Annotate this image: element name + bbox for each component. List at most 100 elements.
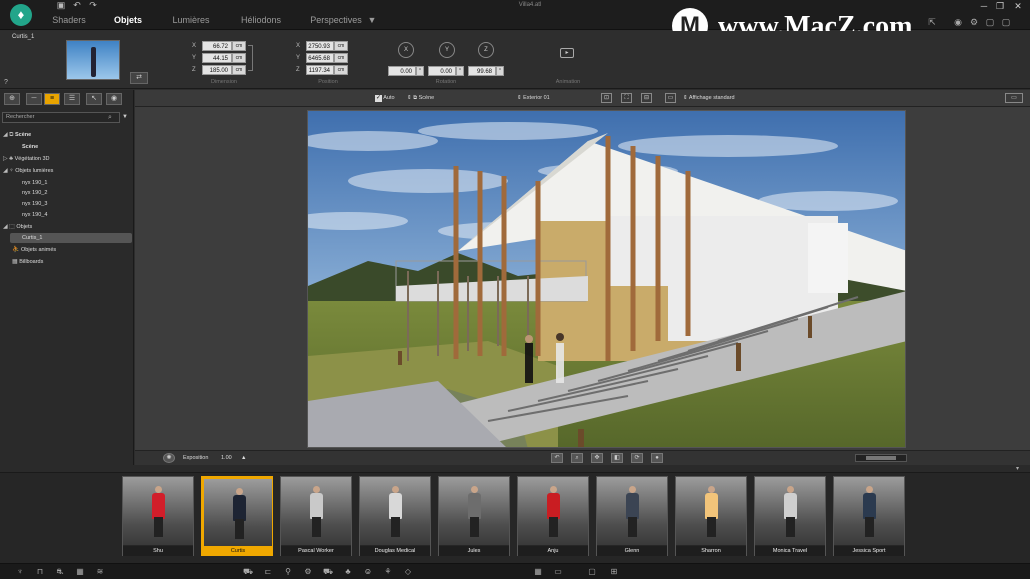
vehicle2-icon[interactable]: ⛟ [322,566,334,577]
pin-icon[interactable]: ⚲ [282,566,294,577]
expand-icon[interactable]: ◢ [3,224,8,230]
tab-lumieres[interactable]: Lumières [168,12,214,28]
info-icon[interactable]: ● [651,453,663,463]
orbit-icon[interactable]: ⟳ [631,453,643,463]
texture-icon[interactable]: ▦ [74,566,86,577]
rotation-x-field[interactable]: 0.00 [388,66,416,76]
remove-icon[interactable]: ─ [26,93,42,105]
expand-icon[interactable]: ◢ [3,132,8,138]
tree-item-curtis[interactable]: Curtis_1 [10,233,132,243]
library-collapse-icon[interactable]: ▾ [1016,465,1028,473]
object-action-icon[interactable]: ⇄ [130,72,148,84]
expand-icon[interactable]: ◢ [3,168,8,174]
list-view-icon[interactable]: ▭ [552,566,564,577]
pan-icon[interactable]: ✥ [591,453,603,463]
tree-item-billboards[interactable]: ▦ Billboards [12,257,43,267]
animation-camera-icon[interactable]: ▸ [560,48,574,58]
safe-frame-icon[interactable]: ⊟ [641,93,652,103]
render-view[interactable] [307,110,906,448]
rotation-z-field[interactable]: 99.68 [468,66,496,76]
plant-icon[interactable]: ♣ [342,566,354,577]
proportion-lock-icon[interactable] [248,45,253,71]
fit-view-icon[interactable]: ⛶ [621,93,632,103]
library-divider[interactable] [0,465,1030,473]
tree-item-objects[interactable]: ◢ ⬚ Objets [3,222,32,232]
library-item[interactable]: Jules [438,476,510,556]
camera-selector[interactable]: ⇕ Exterior 01 [517,93,550,104]
scene-selector[interactable]: ⇕ ⧉ Scène [407,93,434,104]
library-item[interactable]: Pascal Worker [280,476,352,556]
rotate-y-button[interactable]: Y [439,42,455,58]
app-logo-icon[interactable]: ♦ [10,4,32,26]
grid-view-icon[interactable]: ▦ [532,566,544,577]
search-filter-icon[interactable]: ▼ [122,113,130,122]
layers-icon[interactable]: ≡ [44,93,60,105]
position-x-field[interactable]: 2750.93 [306,41,334,51]
tree-item-nyx1[interactable]: nyx 190_1 [22,178,47,188]
animal-icon[interactable]: ⚘ [382,566,394,577]
auto-checkbox[interactable]: ✓ Auto [375,93,395,104]
library-item[interactable]: Curtis [201,476,273,556]
position-y-unit[interactable]: cm [334,53,348,63]
position-x-unit[interactable]: cm [334,41,348,51]
folder-icon[interactable]: ▢ [586,566,598,577]
dimension-z-unit[interactable]: cm [232,65,246,75]
position-y-field[interactable]: 6465.68 [306,53,334,63]
tree-item-vegetation[interactable]: ▷ ♣ Végétation 3D [3,154,49,164]
tree-item-nyx4[interactable]: nyx 190_4 [22,210,47,220]
expand-icon[interactable]: ▷ [3,156,8,162]
undo-view-icon[interactable]: ↶ [551,453,563,463]
water-icon[interactable]: ≋ [94,566,106,577]
save-icon[interactable]: ▣ [54,0,68,10]
list-icon[interactable]: ☰ [64,93,80,105]
library-item[interactable]: Anju [517,476,589,556]
dimension-z-field[interactable]: 185.00 [202,65,232,75]
tab-shaders[interactable]: Shaders [48,12,90,28]
rotation-y-field[interactable]: 0.00 [428,66,456,76]
library-item[interactable]: Shu [122,476,194,556]
dimension-x-unit[interactable]: cm [232,41,246,51]
add-icon[interactable]: ⊕ [4,93,20,105]
navigation-slider[interactable] [855,454,907,462]
rotation-y-unit[interactable]: ° [456,66,464,76]
undo-icon[interactable]: ↶ [70,0,84,10]
tab-objets[interactable]: Objets [110,12,146,28]
select-icon[interactable]: ↖ [86,93,102,105]
tab-perspectives[interactable]: Perspectives [306,12,366,28]
rotation-z-unit[interactable]: ° [496,66,504,76]
store-icon[interactable]: ⊞ [608,566,620,577]
rotate-z-button[interactable]: Z [478,42,494,58]
people-icon[interactable]: ☺ [362,566,374,577]
frame-icon[interactable]: ⊡ [601,93,612,103]
aspect-icon[interactable]: ▭ [665,93,676,103]
perspectives-dropdown-icon[interactable]: ▼ [366,12,378,28]
vehicle-icon[interactable]: ⛟ [242,566,254,577]
exposure-settings-icon[interactable]: ✺ [163,453,175,463]
tree-item-scene[interactable]: Scène [22,142,38,152]
help-icon[interactable]: ? [4,79,12,89]
search-icon[interactable]: ⌕ [108,113,116,122]
rotate-x-button[interactable]: X [398,42,414,58]
lamp-icon[interactable]: ♆ [14,566,26,577]
library-item[interactable]: Douglas Medical [359,476,431,556]
bike-icon[interactable]: ⚙ [302,566,314,577]
dimension-y-field[interactable]: 44.15 [202,53,232,63]
exposure-stepper-icon[interactable]: ▲ [241,453,246,464]
dimension-x-field[interactable]: 66.72 [202,41,232,51]
walk-icon[interactable]: ◧ [611,453,623,463]
tree-item-nyx3[interactable]: nyx 190_3 [22,199,47,209]
panel-toggle-icon[interactable]: ▭ [1005,93,1023,103]
library-item[interactable]: Glenn [596,476,668,556]
tab-heliodons[interactable]: Héliodons [236,12,286,28]
tree-item-lights[interactable]: ◢ ♆ Objets lumières [3,166,53,176]
furniture-icon[interactable]: ⊓ [34,566,46,577]
rotation-x-unit[interactable]: ° [416,66,424,76]
tree-item-scene-group[interactable]: ◢ ⧉ Scène [3,130,31,140]
chair-icon[interactable]: ⊏ [262,566,274,577]
slider-thumb[interactable] [866,456,896,460]
library-item[interactable]: Monica Travel [754,476,826,556]
tree-item-animated[interactable]: ⛹ Objets animés [12,245,56,255]
dimension-y-unit[interactable]: cm [232,53,246,63]
car-icon[interactable]: ⛐ [54,566,66,577]
exposure-value[interactable]: 1.00 [221,453,232,464]
